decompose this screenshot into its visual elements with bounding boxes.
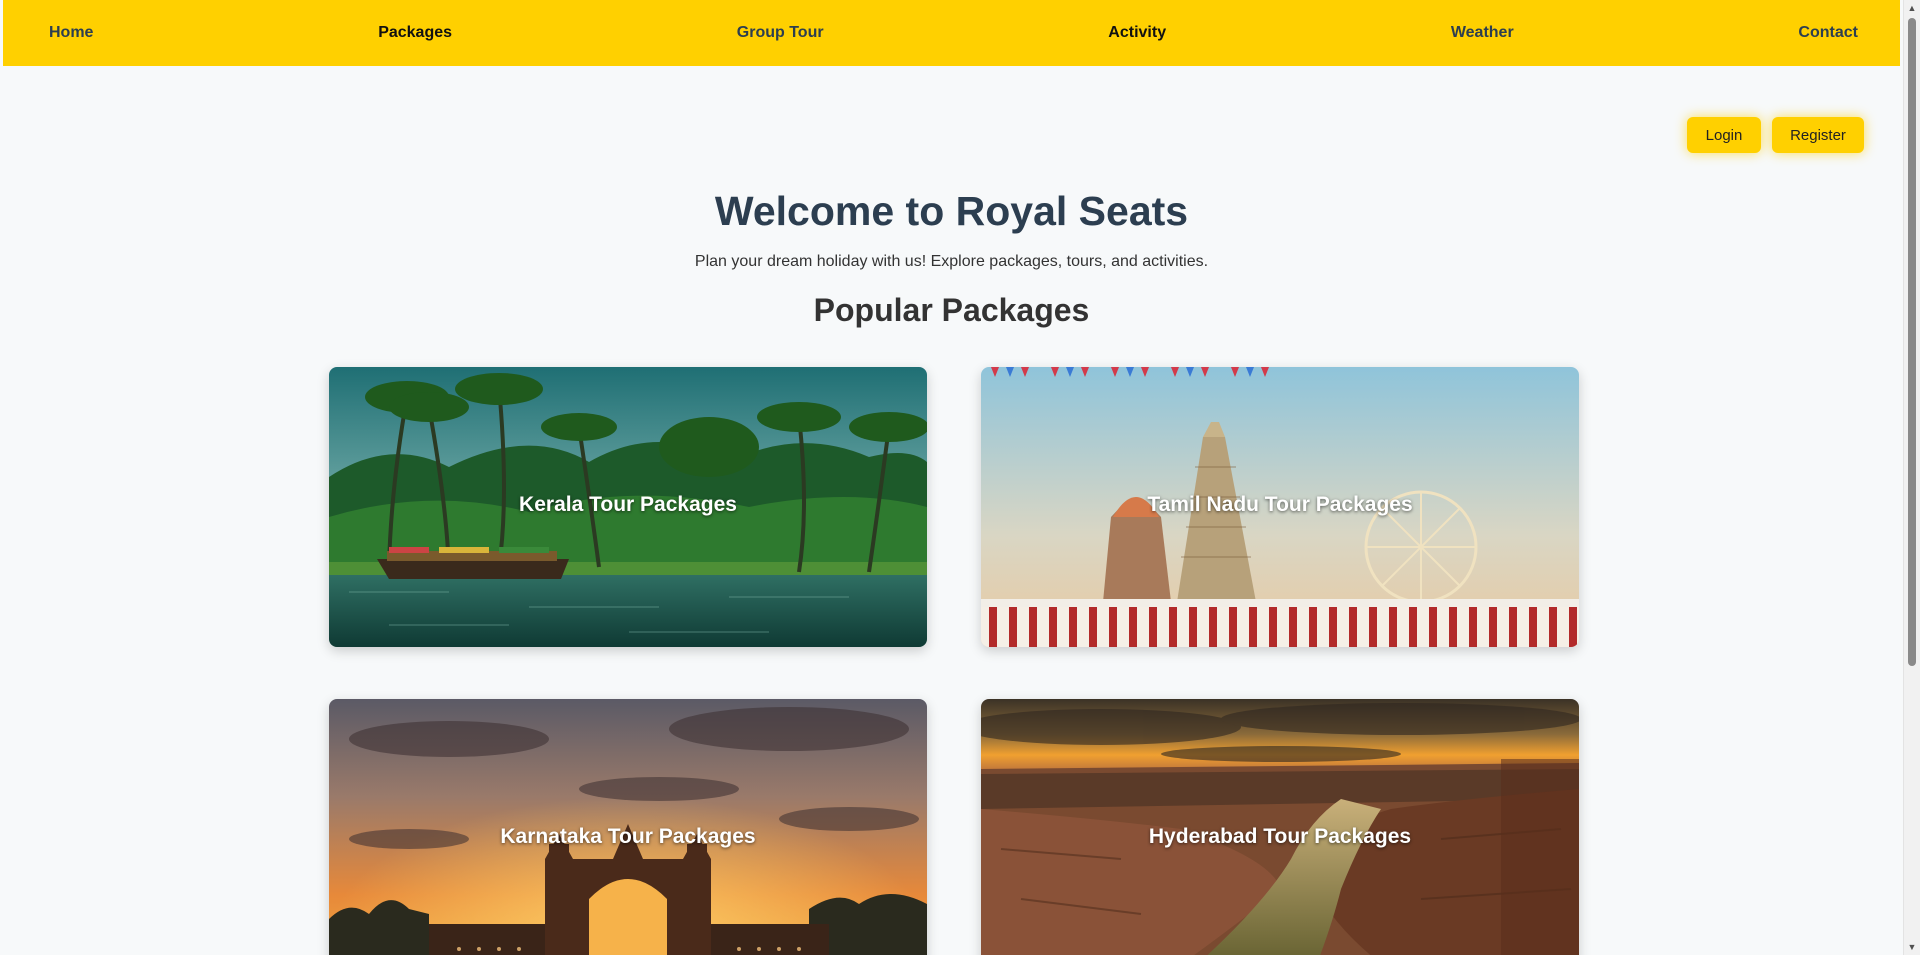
nav-home[interactable]: Home xyxy=(49,24,93,42)
package-card-karnataka[interactable]: Karnataka Tour Packages xyxy=(329,699,927,955)
scroll-thumb[interactable] xyxy=(1908,18,1916,666)
card-label: Karnataka Tour Packages xyxy=(500,825,756,848)
register-button[interactable]: Register xyxy=(1772,117,1864,153)
auth-buttons: Login Register xyxy=(1687,117,1864,153)
section-title: Popular Packages xyxy=(813,292,1090,328)
page: Home Packages Group Tour Activity Weathe… xyxy=(3,0,1900,955)
card-label: Tamil Nadu Tour Packages xyxy=(1147,493,1413,516)
nav-activity[interactable]: Activity xyxy=(1108,24,1166,42)
package-card-hyderabad[interactable]: Hyderabad Tour Packages xyxy=(981,699,1579,955)
package-card-tamil-nadu[interactable]: Tamil Nadu Tour Packages xyxy=(981,367,1579,647)
nav-group-tour[interactable]: Group Tour xyxy=(737,24,824,42)
scroll-up-arrow-icon[interactable]: ▲ xyxy=(1904,0,1920,16)
package-grid: Kerala Tour Packages Tamil Nadu Tour Pac… xyxy=(329,367,1579,955)
scroll-down-arrow-icon[interactable]: ▼ xyxy=(1904,939,1920,955)
login-button[interactable]: Login xyxy=(1687,117,1761,153)
page-subtitle: Plan your dream holiday with us! Explore… xyxy=(694,253,1209,270)
nav-contact[interactable]: Contact xyxy=(1798,24,1858,42)
nav-packages[interactable]: Packages xyxy=(378,24,452,42)
top-navbar: Home Packages Group Tour Activity Weathe… xyxy=(3,0,1900,66)
package-card-kerala[interactable]: Kerala Tour Packages xyxy=(329,367,927,647)
vertical-scrollbar[interactable]: ▲ ▼ xyxy=(1903,0,1920,955)
card-label: Hyderabad Tour Packages xyxy=(1148,825,1412,848)
page-title: Welcome to Royal Seats xyxy=(714,188,1189,234)
nav-weather[interactable]: Weather xyxy=(1451,24,1514,42)
card-label: Kerala Tour Packages xyxy=(519,493,737,516)
